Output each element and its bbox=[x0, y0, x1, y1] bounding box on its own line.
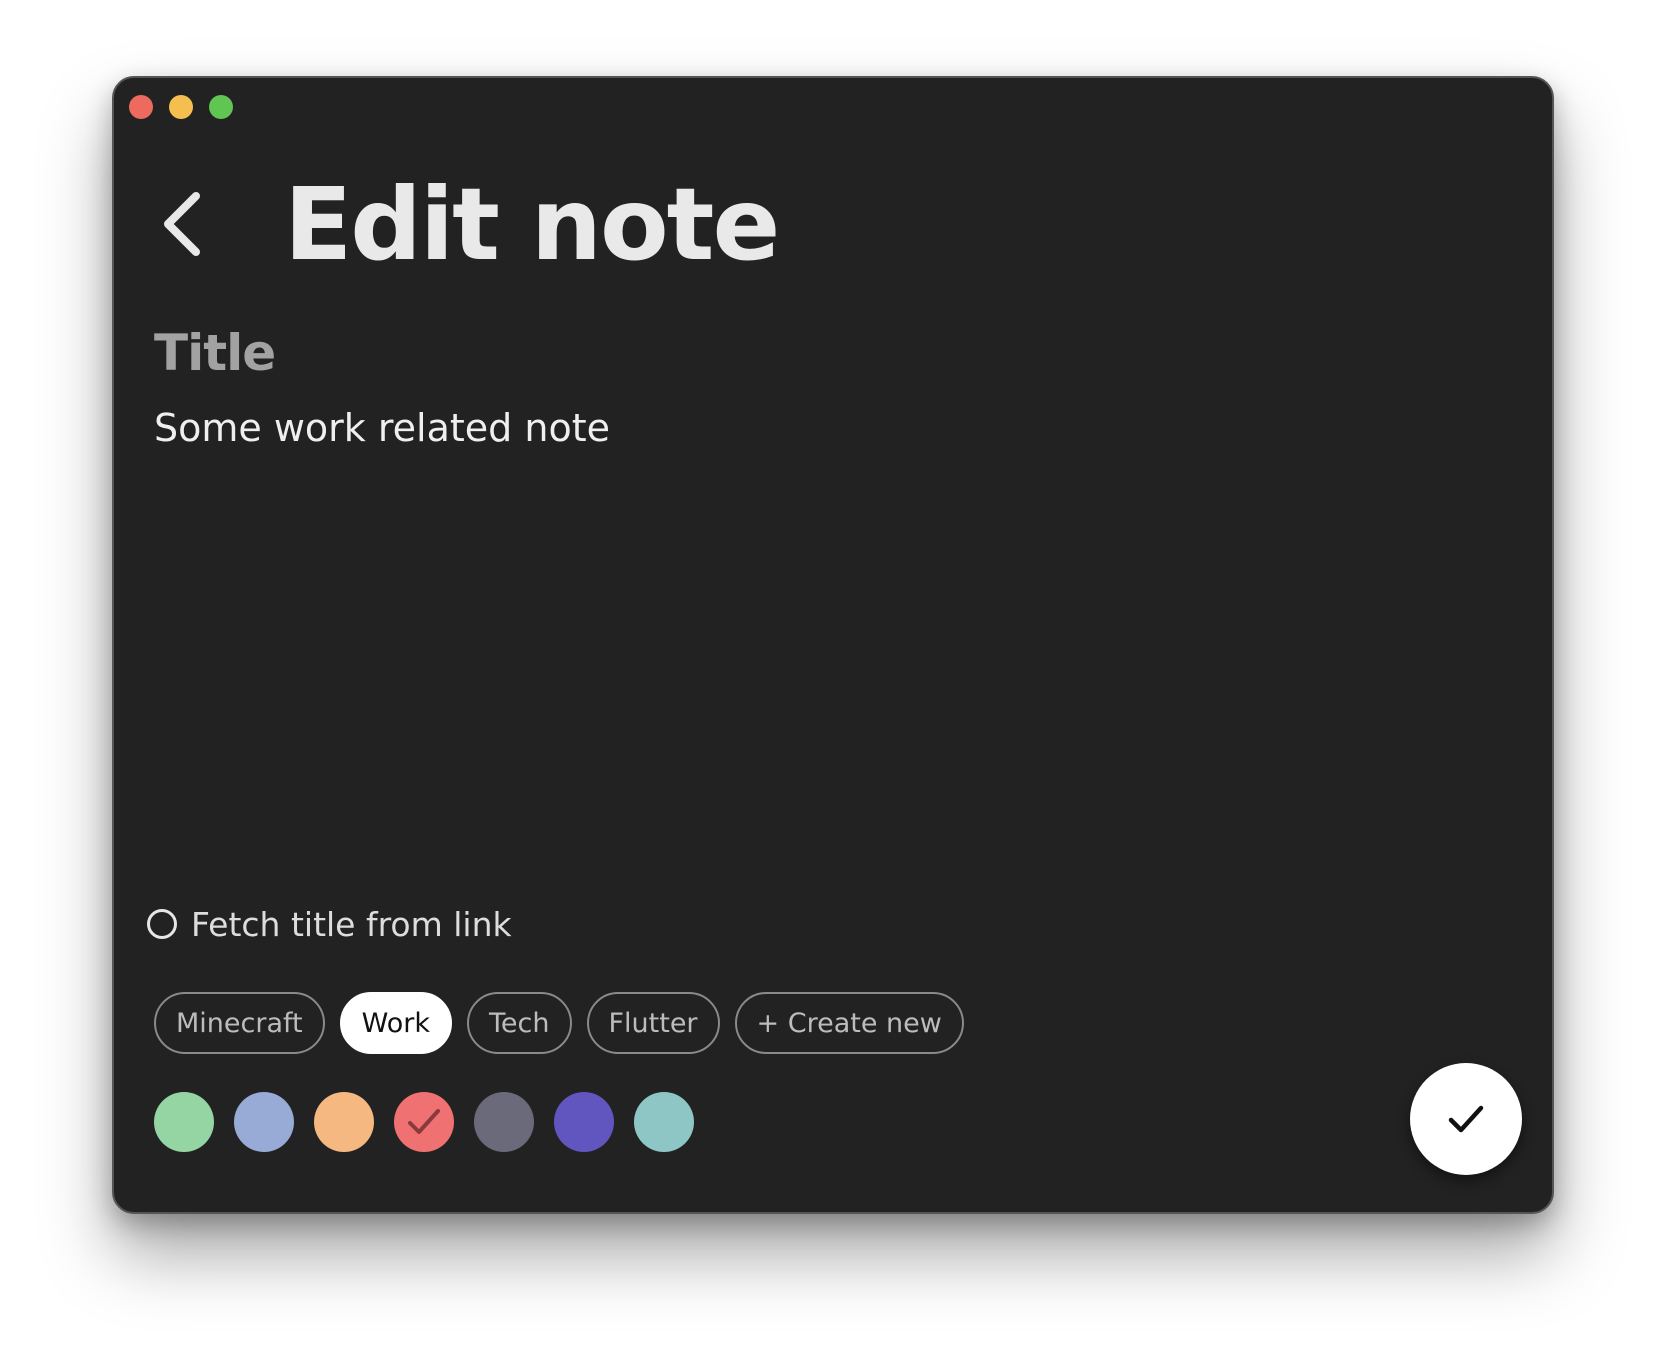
color-swatch[interactable] bbox=[234, 1092, 294, 1152]
page-title: Edit note bbox=[284, 166, 780, 283]
checkmark-icon bbox=[1448, 1105, 1484, 1133]
tag-list: Minecraft Work Tech Flutter + Create new bbox=[154, 992, 979, 1054]
fetch-title-label: Fetch title from link bbox=[191, 904, 512, 944]
window-close-button[interactable] bbox=[129, 95, 153, 119]
color-swatch[interactable] bbox=[554, 1092, 614, 1152]
save-button[interactable] bbox=[1410, 1063, 1522, 1175]
tag-chip[interactable]: Work bbox=[339, 992, 453, 1054]
chevron-left-icon bbox=[164, 192, 200, 256]
fetch-title-radio[interactable] bbox=[147, 909, 177, 939]
window-maximize-button[interactable] bbox=[209, 95, 233, 119]
title-input[interactable] bbox=[154, 396, 1454, 460]
color-swatch[interactable] bbox=[154, 1092, 214, 1152]
color-swatch[interactable] bbox=[314, 1092, 374, 1152]
fetch-title-option[interactable]: Fetch title from link bbox=[147, 898, 512, 950]
back-button[interactable] bbox=[154, 184, 214, 264]
color-swatch[interactable] bbox=[634, 1092, 694, 1152]
app-window: Edit note Title Fetch title from link Mi… bbox=[112, 76, 1554, 1214]
tag-chip[interactable]: Tech bbox=[467, 992, 572, 1054]
checkmark-icon bbox=[408, 1109, 440, 1134]
tag-chip[interactable]: + Create new bbox=[734, 992, 964, 1054]
title-field-label: Title bbox=[154, 324, 276, 382]
color-picker bbox=[154, 1092, 714, 1152]
tag-chip[interactable]: Minecraft bbox=[154, 992, 325, 1054]
color-swatch[interactable] bbox=[394, 1092, 454, 1152]
color-swatch[interactable] bbox=[474, 1092, 534, 1152]
window-minimize-button[interactable] bbox=[169, 95, 193, 119]
tag-chip[interactable]: Flutter bbox=[586, 992, 720, 1054]
